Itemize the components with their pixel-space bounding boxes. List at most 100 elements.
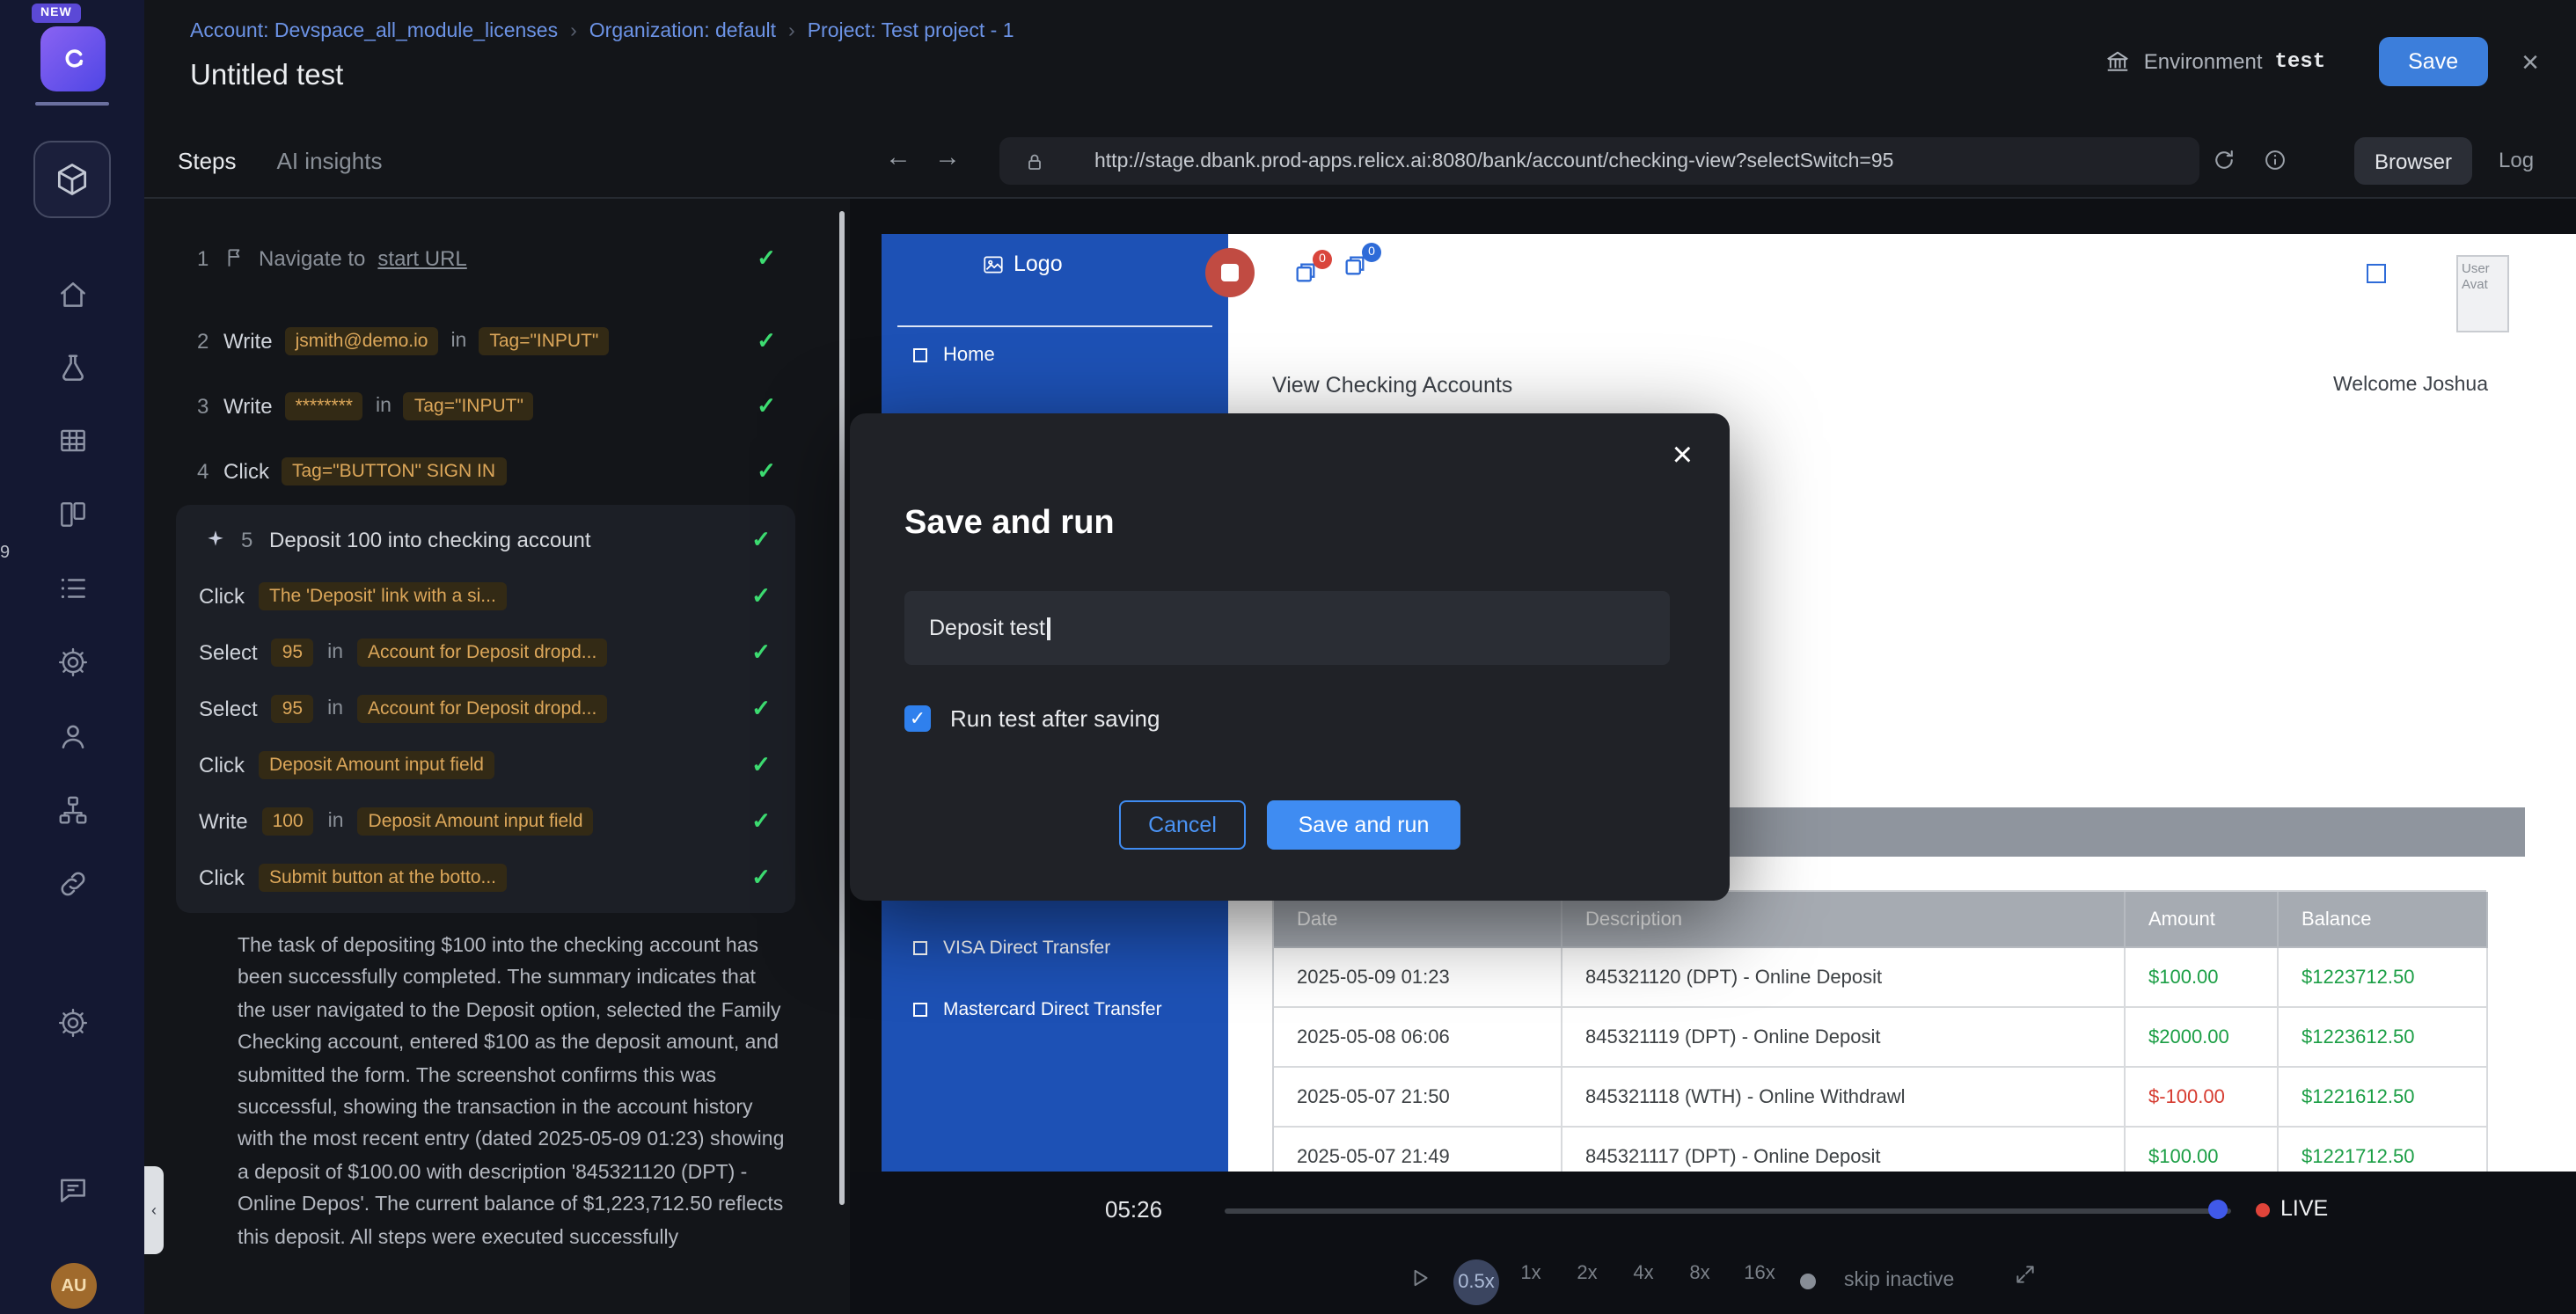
step-target-link[interactable]: start URL [377, 245, 466, 270]
sidebar-item-suites[interactable] [0, 419, 144, 461]
flag-icon [223, 246, 246, 269]
sidebar-item-integrations[interactable] [0, 788, 144, 830]
timeline-thumb[interactable] [2208, 1200, 2228, 1219]
speed-4x[interactable]: 4x [1633, 1263, 1653, 1284]
breadcrumb-project[interactable]: Project: Test project - 1 [808, 21, 1014, 42]
substep-row-4[interactable]: Click Deposit Amount input field ✓ [176, 737, 795, 793]
sidebar-item-tests-active[interactable] [33, 141, 111, 218]
bank-icon [2105, 48, 2132, 75]
skip-inactive-label[interactable]: skip inactive [1844, 1270, 1954, 1291]
breadcrumb: Account: Devspace_all_module_licenses › … [190, 21, 1014, 42]
panel-collapse-handle[interactable]: ‹ [144, 1166, 164, 1254]
ai-summary-text: The task of depositing $100 into the che… [238, 931, 788, 1254]
play-icon[interactable] [1409, 1267, 1431, 1289]
back-icon[interactable]: ← [885, 142, 911, 172]
speed-16x[interactable]: 16x [1744, 1263, 1775, 1284]
step-row-4[interactable]: 4 Click Tag="BUTTON" SIGN IN ✓ [144, 438, 850, 503]
column-header: Balance [2279, 892, 2488, 948]
new-badge: NEW [32, 4, 81, 23]
info-icon[interactable] [2263, 148, 2287, 172]
user-avatar[interactable]: AU [51, 1263, 97, 1309]
list-icon [55, 571, 89, 604]
cell-amount: $100.00 [2126, 1128, 2279, 1172]
sidebar-item-settings[interactable] [0, 640, 144, 683]
substep-row-1[interactable]: Click The 'Deposit' link with a si... ✓ [176, 568, 795, 624]
environment-selector[interactable]: Environment test [2105, 48, 2325, 75]
timeline-track[interactable] [1225, 1208, 2231, 1214]
app-logo[interactable] [40, 26, 106, 91]
bank-nav-home[interactable]: Home [913, 345, 995, 366]
top-header: Account: Devspace_all_module_licenses › … [144, 0, 2576, 123]
step-action: Select [199, 697, 258, 721]
record-stop-button[interactable] [1205, 248, 1255, 297]
overflow-badge: 9 [0, 544, 10, 563]
bullet-square-icon [913, 941, 927, 955]
expand-icon[interactable] [2014, 1263, 2037, 1286]
tab-ai-insights[interactable]: AI insights [277, 147, 383, 173]
step-row-2[interactable]: 2 Write jsmith@demo.io in Tag="INPUT" ✓ [144, 308, 850, 373]
person-icon [55, 719, 89, 752]
speed-0.5x[interactable]: 0.5x [1453, 1259, 1499, 1305]
step-row-1[interactable]: 1 Navigate to start URL ✓ [144, 225, 850, 290]
forward-icon[interactable]: → [934, 142, 961, 172]
substep-row-3[interactable]: Select 95 in Account for Deposit dropd..… [176, 681, 795, 737]
checkbox-checked-icon[interactable]: ✓ [904, 705, 931, 732]
chevron-separator: › [788, 21, 795, 42]
step-connector: in [450, 330, 466, 351]
speed-2x[interactable]: 2x [1577, 1263, 1597, 1284]
step-value-chip: 95 [272, 639, 313, 667]
check-icon: ✓ [751, 639, 771, 667]
cell-date: 2025-05-07 21:49 [1274, 1128, 1562, 1172]
sidebar-item-lab[interactable] [0, 347, 144, 389]
refresh-icon[interactable] [2212, 148, 2236, 172]
test-name-input[interactable]: Deposit test [904, 591, 1670, 665]
speed-8x[interactable]: 8x [1689, 1263, 1709, 1284]
icon-rail: NEW 9 AU [0, 0, 144, 1314]
tab-log[interactable]: Log [2499, 148, 2534, 172]
bank-nav-label: Mastercard Direct Transfer [943, 999, 1162, 1020]
save-button[interactable]: Save [2378, 37, 2488, 86]
sidebar-item-board[interactable] [0, 493, 144, 535]
url-bar[interactable]: http://stage.dbank.prod-apps.relicx.ai:8… [999, 137, 2199, 185]
step-connector: in [328, 811, 344, 832]
skip-toggle-knob[interactable] [1800, 1274, 1816, 1289]
tab-browser[interactable]: Browser [2354, 137, 2472, 185]
substep-row-5[interactable]: Write 100 in Deposit Amount input field … [176, 793, 795, 850]
cancel-button[interactable]: Cancel [1119, 800, 1246, 850]
gear-icon [55, 645, 89, 678]
step-locator-chip: Account for Deposit dropd... [357, 639, 607, 667]
sidebar-item-feedback[interactable] [0, 1168, 144, 1210]
substep-row-6[interactable]: Click Submit button at the botto... ✓ [176, 850, 795, 906]
sidebar-item-home[interactable] [0, 273, 144, 315]
check-icon: ✓ [757, 391, 776, 420]
sidebar-item-runs[interactable] [0, 566, 144, 609]
speed-1x[interactable]: 1x [1520, 1263, 1540, 1284]
step-locator-chip: Account for Deposit dropd... [357, 695, 607, 723]
sidebar-item-users[interactable] [0, 714, 144, 756]
steps-scrollbar[interactable] [839, 211, 845, 1205]
step-action: Click [199, 753, 245, 777]
step-locator-chip: Deposit Amount input field [259, 751, 494, 779]
step-group-header[interactable]: 5 Deposit 100 into checking account ✓ [176, 510, 795, 568]
bank-nav-label: Home [943, 345, 995, 366]
save-and-run-button[interactable]: Save and run [1267, 800, 1460, 850]
tab-steps[interactable]: Steps [178, 147, 237, 173]
check-icon: ✓ [757, 326, 776, 354]
flask-icon [55, 351, 89, 384]
close-icon[interactable]: × [1672, 438, 1693, 473]
run-after-save-option[interactable]: ✓ Run test after saving [904, 705, 1160, 732]
table-icon [55, 423, 89, 456]
check-icon: ✓ [757, 456, 776, 485]
bank-nav-mastercard-transfer[interactable]: Mastercard Direct Transfer [913, 999, 1162, 1020]
cell-balance: $1223712.50 [2279, 948, 2488, 1008]
breadcrumb-account[interactable]: Account: Devspace_all_module_licenses [190, 21, 558, 42]
breadcrumb-organization[interactable]: Organization: default [589, 21, 776, 42]
step-row-3[interactable]: 3 Write ******** in Tag="INPUT" ✓ [144, 373, 850, 438]
chevron-separator: › [570, 21, 577, 42]
sidebar-item-preferences[interactable] [0, 1001, 144, 1043]
sidebar-item-links[interactable] [0, 862, 144, 904]
bank-nav-visa-transfer[interactable]: VISA Direct Transfer [913, 938, 1110, 959]
text-caret [1047, 617, 1050, 639]
close-icon[interactable]: × [2521, 47, 2539, 77]
substep-row-2[interactable]: Select 95 in Account for Deposit dropd..… [176, 624, 795, 681]
